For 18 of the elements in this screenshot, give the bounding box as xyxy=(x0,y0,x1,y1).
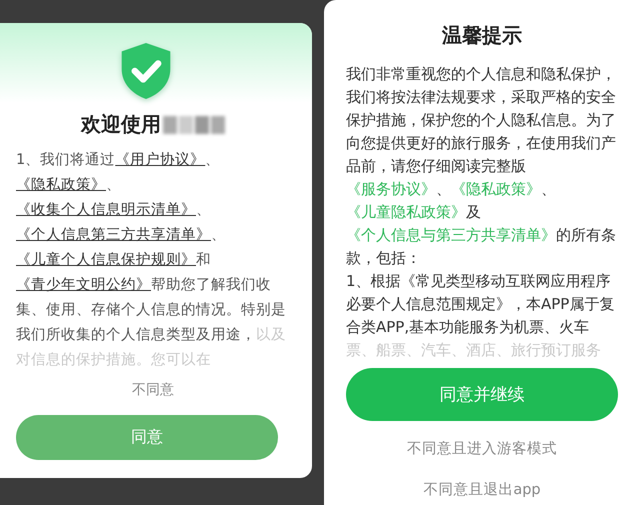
policy-link[interactable]: 《隐私政策》 xyxy=(451,180,541,198)
dialog-title: 欢迎使用 xyxy=(81,111,161,138)
decline-button[interactable]: 不同意 xyxy=(126,377,180,403)
agree-button[interactable]: 同意 xyxy=(16,415,278,460)
policy-link[interactable]: 《儿童隐私政策》 xyxy=(346,203,466,221)
policy-link[interactable]: 《收集个人信息明示清单》 xyxy=(16,202,196,218)
policy-link[interactable]: 《儿童个人信息保护规则》 xyxy=(16,252,196,268)
policy-link[interactable]: 《个人信息与第三方共享清单》 xyxy=(346,226,556,244)
policy-link[interactable]: 《隐私政策》 xyxy=(16,177,106,193)
guest-mode-button[interactable]: 不同意且进入游客模式 xyxy=(401,435,563,462)
exit-app-button[interactable]: 不同意且退出app xyxy=(417,476,547,503)
agree-continue-button[interactable]: 同意并继续 xyxy=(346,368,618,421)
dialog-title: 温馨提示 xyxy=(442,22,522,49)
policy-link[interactable]: 《用户协议》 xyxy=(115,152,206,168)
policy-link[interactable]: 《个人信息第三方共享清单》 xyxy=(16,227,211,243)
policy-link[interactable]: 《青少年文明公约》 xyxy=(16,277,151,293)
policy-link[interactable]: 《服务协议》 xyxy=(346,180,436,198)
body-text: 我们非常重视您的个人信息和隐私保护，我们将按法律法规要求，采取严格的安全保护措施，保护您的个人隐私信息。为了向您提供更好的旅行服务，在使用我们产品前，请您仔细阅读完整版 《服务协议》、《隐私政策》、 《儿童隐私政策》及 《个人信息与第三方共享清单》的所有条款，包括： xyxy=(346,64,617,269)
